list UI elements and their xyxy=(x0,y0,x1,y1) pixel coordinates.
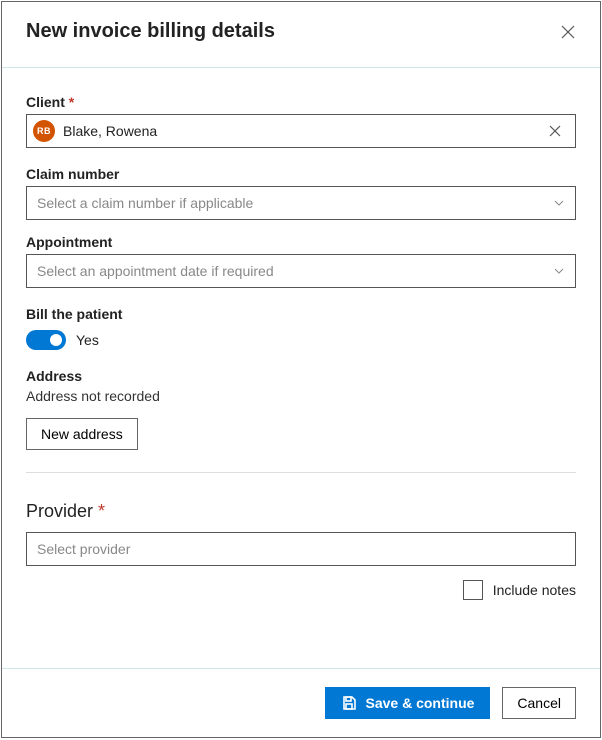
section-divider xyxy=(26,472,576,473)
bill-patient-value: Yes xyxy=(76,332,99,348)
bill-patient-label: Bill the patient xyxy=(26,306,576,322)
claim-placeholder: Select a claim number if applicable xyxy=(27,195,263,211)
provider-label: Provider * xyxy=(26,501,576,522)
modal-title: New invoice billing details xyxy=(26,20,275,43)
address-value: Address not recorded xyxy=(26,388,576,404)
client-select[interactable]: RB Blake, Rowena xyxy=(26,114,576,148)
required-marker: * xyxy=(69,94,74,110)
new-address-button[interactable]: New address xyxy=(26,418,138,450)
address-field: Address Address not recorded New address xyxy=(26,368,576,450)
client-field: Client * RB Blake, Rowena xyxy=(26,94,576,148)
close-icon[interactable] xyxy=(560,24,576,40)
appointment-label: Appointment xyxy=(26,234,576,250)
save-continue-button[interactable]: Save & continue xyxy=(325,687,490,719)
cancel-button[interactable]: Cancel xyxy=(502,687,576,719)
claim-select[interactable]: Select a claim number if applicable xyxy=(26,186,576,220)
client-label: Client * xyxy=(26,94,576,110)
required-marker: * xyxy=(98,501,105,521)
address-label: Address xyxy=(26,368,576,384)
chevron-down-icon xyxy=(553,197,565,209)
toggle-knob xyxy=(50,334,62,346)
modal-body: Client * RB Blake, Rowena Claim number S… xyxy=(2,68,600,668)
provider-field: Provider * Select provider xyxy=(26,501,576,566)
claim-label: Claim number xyxy=(26,166,576,182)
bill-patient-toggle-row: Yes xyxy=(26,330,576,350)
modal-panel: New invoice billing details Client * RB … xyxy=(1,1,601,738)
provider-placeholder: Select provider xyxy=(27,541,140,557)
bill-patient-toggle[interactable] xyxy=(26,330,66,350)
include-notes-row: Include notes xyxy=(26,580,576,600)
client-value: Blake, Rowena xyxy=(63,123,541,139)
include-notes-checkbox[interactable] xyxy=(463,580,483,600)
bill-patient-field: Bill the patient Yes xyxy=(26,306,576,350)
modal-header: New invoice billing details xyxy=(2,2,600,68)
save-icon xyxy=(341,695,357,711)
appointment-select[interactable]: Select an appointment date if required xyxy=(26,254,576,288)
modal-footer: Save & continue Cancel xyxy=(2,668,600,737)
appointment-placeholder: Select an appointment date if required xyxy=(27,263,284,279)
appointment-field: Appointment Select an appointment date i… xyxy=(26,234,576,288)
claim-field: Claim number Select a claim number if ap… xyxy=(26,166,576,220)
client-chip: RB Blake, Rowena xyxy=(27,120,575,142)
client-avatar: RB xyxy=(33,120,55,142)
provider-select[interactable]: Select provider xyxy=(26,532,576,566)
include-notes-label: Include notes xyxy=(493,582,576,598)
chevron-down-icon xyxy=(553,265,565,277)
clear-client-icon[interactable] xyxy=(549,125,561,137)
